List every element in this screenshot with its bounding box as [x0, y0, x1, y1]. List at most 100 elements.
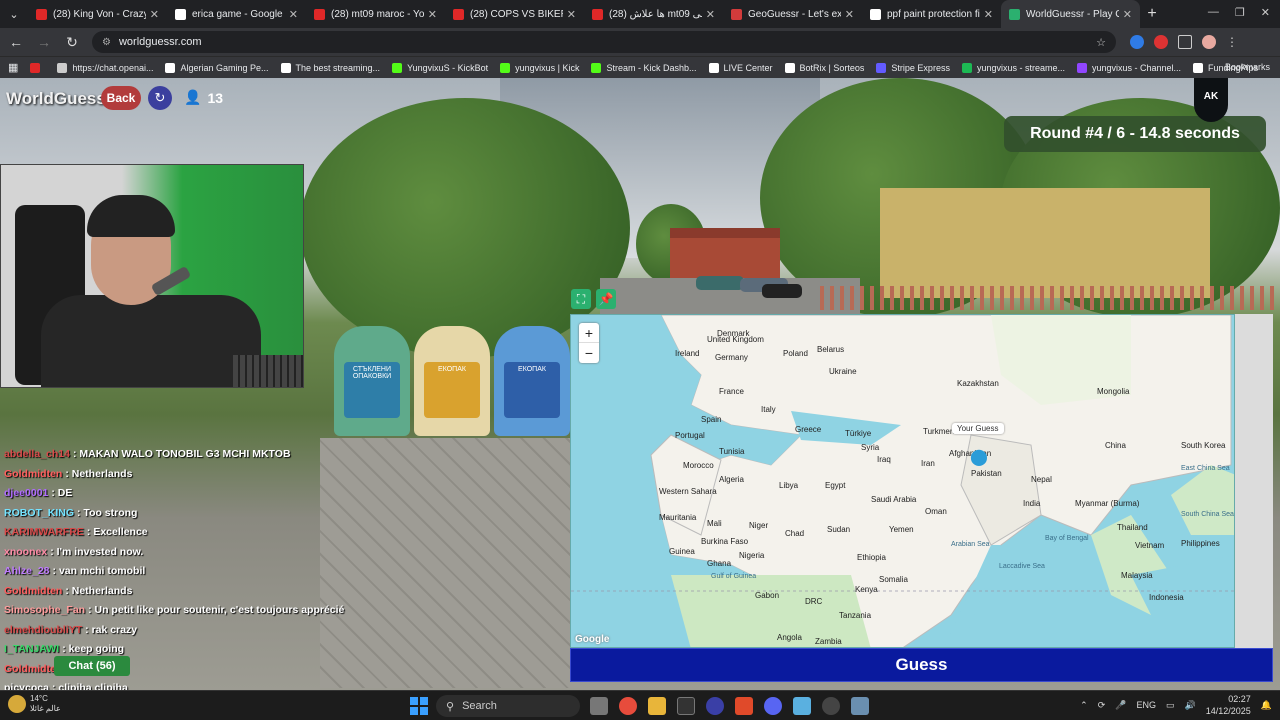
- taskbar-search[interactable]: ⚲ Search: [436, 695, 580, 717]
- chat-username[interactable]: xnoonex: [4, 546, 47, 558]
- windows-start-icon[interactable]: [410, 697, 428, 715]
- map-expand-icon[interactable]: ⛶: [571, 289, 591, 309]
- profile-avatar[interactable]: [1202, 35, 1216, 49]
- reload-icon[interactable]: ↻: [60, 30, 84, 54]
- tray-app-icon[interactable]: ⟳: [1098, 700, 1106, 711]
- close-window-icon[interactable]: ✕: [1261, 6, 1270, 19]
- streamer-body: [41, 295, 261, 387]
- back-button[interactable]: Back: [101, 86, 141, 110]
- new-tab-button[interactable]: +: [1140, 5, 1164, 23]
- all-bookmarks[interactable]: Bookmarks: [1225, 62, 1270, 72]
- bookmark-item[interactable]: Stream - Kick Dashb...: [591, 62, 697, 73]
- tab-close-icon[interactable]: ✕: [1123, 8, 1132, 21]
- tray-chevron-icon[interactable]: ⌃: [1080, 700, 1088, 711]
- browser-tab[interactable]: WorldGuessr - Play Geography ✕: [1001, 0, 1140, 28]
- bookmark-item[interactable]: yungvixus | Kick: [500, 62, 579, 73]
- browser-tab[interactable]: (28) ها علاش mt09 كاتبقى ✕: [584, 0, 723, 28]
- browser-tab[interactable]: (28) mt09 maroc - YouTube ✕: [306, 0, 445, 28]
- tab-close-icon[interactable]: ✕: [150, 8, 159, 21]
- address-bar-row: ← → ↻ ⚙ worldguessr.com ☆ ⋮: [0, 28, 1280, 56]
- bookmark-item[interactable]: BotRix | Sorteos: [784, 62, 864, 73]
- chat-username[interactable]: I_TANJAWI: [4, 643, 59, 655]
- site-info-icon[interactable]: ⚙: [102, 37, 111, 48]
- tab-close-icon[interactable]: ✕: [289, 8, 298, 21]
- network-icon[interactable]: ▭: [1166, 700, 1175, 711]
- forward-arrow-icon[interactable]: →: [32, 30, 56, 54]
- chat-username[interactable]: KARIMWARFRE: [4, 526, 84, 538]
- clock[interactable]: 02:27 14/12/2025: [1206, 693, 1251, 717]
- chat-username[interactable]: Simosophe_Fan: [4, 604, 85, 616]
- map-country-label: Germany: [715, 353, 748, 362]
- chrome-menu-icon[interactable]: ⋮: [1226, 35, 1238, 49]
- map-country-label: Spain: [701, 415, 722, 424]
- map-pin-icon[interactable]: 📌: [596, 289, 616, 309]
- zoom-out-button[interactable]: −: [579, 343, 599, 363]
- task-view-icon[interactable]: [590, 697, 608, 715]
- chat-toggle-button[interactable]: Chat (56): [54, 656, 130, 676]
- ak-logo-text: AK: [1203, 90, 1219, 102]
- brave-icon[interactable]: [735, 697, 753, 715]
- back-arrow-icon[interactable]: ←: [4, 30, 28, 54]
- browser-tab[interactable]: erica game - Google Search ✕: [167, 0, 306, 28]
- file-explorer-icon[interactable]: [648, 697, 666, 715]
- map-country-label: Tanzania: [839, 611, 872, 620]
- extension-icon-red[interactable]: [1154, 35, 1168, 49]
- browser-tab[interactable]: ppf paint protection film ✕: [862, 0, 1001, 28]
- chat-username[interactable]: picycoca: [4, 682, 49, 690]
- bookmark-item[interactable]: YungvixuS - KickBot: [392, 62, 488, 73]
- map-country-label: Vietnam: [1135, 541, 1165, 550]
- tab-close-icon[interactable]: ✕: [845, 8, 854, 21]
- maximize-icon[interactable]: ❐: [1235, 6, 1245, 19]
- bookmark-item[interactable]: Stripe Express: [876, 62, 950, 73]
- worldguessr-logo[interactable]: WorldGuessr: [6, 89, 112, 109]
- chat-username[interactable]: djee0001: [4, 487, 48, 499]
- chat-username[interactable]: ROBOT_KING: [4, 507, 74, 519]
- street-view-panorama[interactable]: СТЪКЛЕНИ ОПАКОВКИ ЕКОПАК ЕКОПАК WorldGue…: [0, 78, 1280, 690]
- chat-username[interactable]: abdella_ch14: [4, 448, 70, 460]
- apps-grid-icon[interactable]: ▦: [8, 61, 18, 74]
- browser-tab[interactable]: GeoGuessr - Let's explore ✕: [723, 0, 862, 28]
- chat-username[interactable]: Goldmidten: [4, 468, 62, 480]
- bookmark-item[interactable]: https://chat.openai...: [57, 62, 153, 73]
- guess-button[interactable]: Guess: [570, 648, 1273, 682]
- chat-username[interactable]: elmehdioubliYT: [4, 624, 82, 636]
- chrome-icon[interactable]: [619, 697, 637, 715]
- extensions-puzzle-icon[interactable]: [1178, 35, 1192, 49]
- browser-tab[interactable]: (28) King Von - Crazy Story ✕: [28, 0, 167, 28]
- tab-close-icon[interactable]: ✕: [706, 8, 715, 21]
- tab-search-icon[interactable]: ⌄: [0, 0, 28, 28]
- tab-close-icon[interactable]: ✕: [567, 8, 576, 21]
- refresh-icon[interactable]: ↻: [148, 86, 172, 110]
- minimize-icon[interactable]: —: [1208, 6, 1219, 19]
- tab-close-icon[interactable]: ✕: [984, 8, 993, 21]
- calculator-icon[interactable]: [851, 697, 869, 715]
- guess-map[interactable]: + − Denmark United Kingdom Ireland Belarus G…: [570, 314, 1235, 648]
- notepad-icon[interactable]: [793, 697, 811, 715]
- terminal-icon[interactable]: [677, 697, 695, 715]
- volume-icon[interactable]: 🔊: [1185, 700, 1196, 711]
- bookmark-item[interactable]: [30, 62, 45, 73]
- mic-icon[interactable]: 🎤: [1115, 700, 1126, 711]
- tab-close-icon[interactable]: ✕: [428, 8, 437, 21]
- chat-text: : Un petit like pour soutenir, c'est tou…: [88, 604, 345, 616]
- obs-icon[interactable]: [822, 697, 840, 715]
- extension-icon-blue[interactable]: [1130, 35, 1144, 49]
- bookmark-item[interactable]: The best streaming...: [280, 62, 380, 73]
- discord-icon[interactable]: [764, 697, 782, 715]
- browser-tab[interactable]: (28) COPS VS BIKERS | MOTO ✕: [445, 0, 584, 28]
- bookmark-item[interactable]: yungvixus - Channel...: [1076, 62, 1181, 73]
- guess-marker-icon[interactable]: ⬤: [970, 447, 988, 467]
- tab-favicon-icon: [175, 8, 186, 20]
- zoom-in-button[interactable]: +: [579, 323, 599, 343]
- chat-username[interactable]: Goldmidten: [4, 585, 62, 597]
- bookmark-star-icon[interactable]: ☆: [1096, 36, 1106, 49]
- notifications-icon[interactable]: 🔔: [1261, 700, 1272, 711]
- weather-widget[interactable]: 14°C عالم غائلا: [8, 694, 61, 714]
- chat-username[interactable]: Ahlze_28: [4, 565, 50, 577]
- omnibox[interactable]: ⚙ worldguessr.com ☆: [92, 31, 1116, 53]
- bookmark-item[interactable]: LIVE Center: [708, 62, 773, 73]
- bookmark-item[interactable]: yungvixus - streame...: [961, 62, 1065, 73]
- language-indicator[interactable]: ENG: [1136, 700, 1156, 710]
- bookmark-item[interactable]: Algerian Gaming Pe...: [165, 62, 269, 73]
- vpn-icon[interactable]: [706, 697, 724, 715]
